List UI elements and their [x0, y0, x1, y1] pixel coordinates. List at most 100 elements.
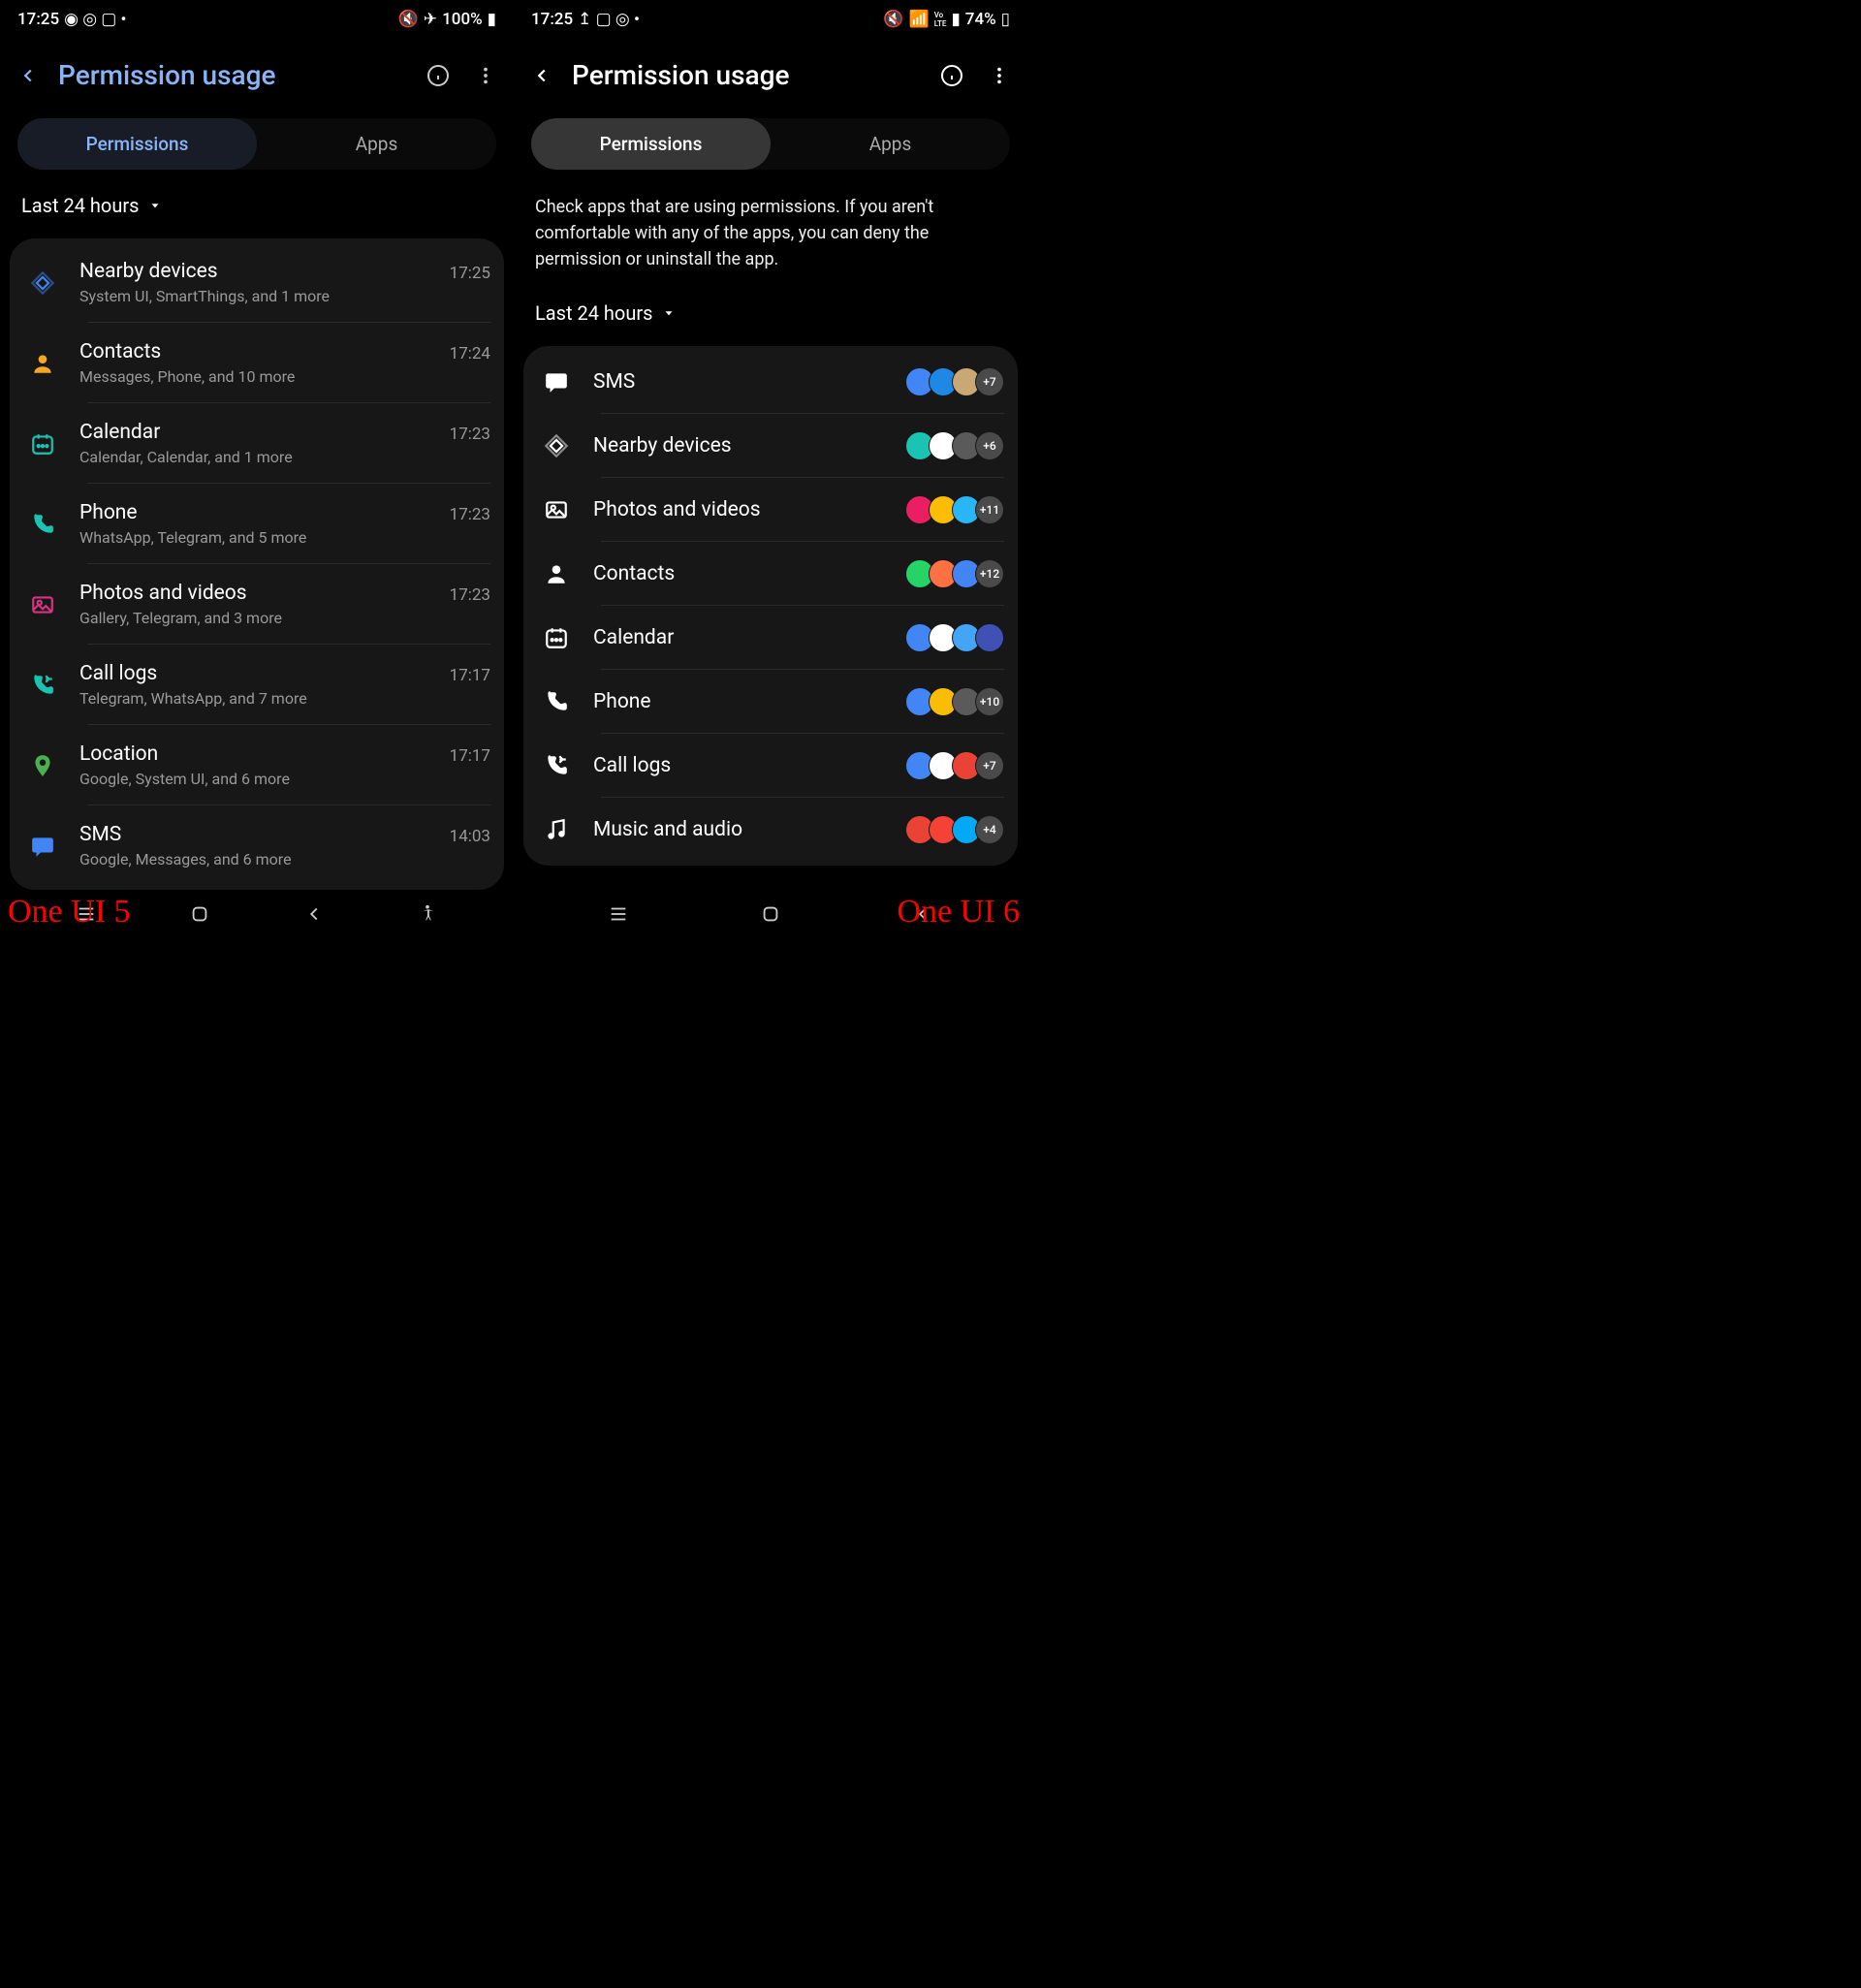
permission-row[interactable]: Photos and videos +11 [523, 478, 1018, 542]
app-badge-more: +10 [975, 687, 1004, 716]
app-badges: +6 [911, 431, 1004, 460]
tab-apps[interactable]: Apps [771, 118, 1010, 170]
more-icon[interactable] [989, 65, 1010, 86]
permission-row[interactable]: Call logs Telegram, WhatsApp, and 7 more… [10, 645, 504, 725]
permission-row[interactable]: Phone +10 [523, 670, 1018, 734]
permission-row[interactable]: SMS +7 [523, 350, 1018, 414]
back-nav-icon[interactable] [303, 903, 325, 925]
nearby-icon [537, 433, 576, 458]
app-badges: +7 [911, 751, 1004, 780]
calendar-icon [23, 431, 62, 457]
app-badge-more: +12 [975, 559, 1004, 588]
battery-icon: ▯ [1001, 10, 1010, 29]
lte-icon: VoLTE [934, 11, 947, 28]
permission-row[interactable]: Calendar Calendar, Calendar, and 1 more … [10, 403, 504, 484]
permission-name: Calendar [79, 421, 432, 444]
permission-sub: Calendar, Calendar, and 1 more [79, 448, 432, 466]
app-badge-more: +7 [975, 751, 1004, 780]
more-icon[interactable] [475, 65, 496, 86]
home-icon[interactable] [189, 903, 210, 925]
chevron-down-icon [662, 306, 676, 320]
permission-sub: Telegram, WhatsApp, and 7 more [79, 689, 432, 708]
tab-permissions[interactable]: Permissions [17, 118, 257, 170]
permission-row[interactable]: Call logs +7 [523, 734, 1018, 798]
status-app-icons: ◉ ◎ ▢ • [64, 10, 126, 29]
permission-sub: System UI, SmartThings, and 1 more [79, 287, 432, 305]
permission-row[interactable]: Nearby devices System UI, SmartThings, a… [10, 242, 504, 323]
app-badge [975, 623, 1004, 652]
sms-icon [537, 369, 576, 394]
app-badge-more: +11 [975, 495, 1004, 524]
status-bar: 17:25 ◉ ◎ ▢ • 🔇 ✈ 100% ▮ [0, 0, 514, 35]
app-badge-more: +6 [975, 431, 1004, 460]
permission-row[interactable]: Contacts +12 [523, 542, 1018, 606]
airplane-icon: ✈ [424, 10, 437, 29]
battery-text: 100% [442, 10, 483, 29]
tabs: Permissions Apps [531, 118, 1010, 170]
permission-row[interactable]: Photos and videos Gallery, Telegram, and… [10, 564, 504, 645]
permission-time: 14:03 [450, 827, 490, 846]
permission-name: Nearby devices [593, 434, 894, 458]
contacts-icon [23, 351, 62, 376]
description-text: Check apps that are using permissions. I… [514, 194, 1027, 301]
back-icon[interactable] [531, 65, 552, 86]
permission-list: Nearby devices System UI, SmartThings, a… [10, 238, 504, 890]
permission-name: SMS [593, 370, 894, 394]
tab-apps[interactable]: Apps [257, 118, 496, 170]
permission-row[interactable]: Calendar [523, 606, 1018, 670]
app-badges: +12 [911, 559, 1004, 588]
permission-time: 17:23 [450, 505, 490, 524]
phone-icon [23, 512, 62, 537]
permission-time: 17:23 [450, 585, 490, 605]
permission-sub: Messages, Phone, and 10 more [79, 367, 432, 386]
photos-icon [23, 592, 62, 617]
permission-name: SMS [79, 823, 432, 846]
permission-sub: Google, Messages, and 6 more [79, 850, 432, 868]
home-icon[interactable] [760, 903, 781, 925]
watermark: One UI 5 [8, 894, 131, 931]
permission-time: 17:17 [450, 666, 490, 685]
permission-name: Call logs [79, 662, 432, 685]
phone-icon [537, 689, 576, 714]
location-icon [23, 753, 62, 778]
permission-name: Music and audio [593, 818, 894, 841]
recents-icon[interactable] [608, 903, 629, 925]
wifi-icon: 📶 [909, 10, 930, 29]
app-badges: +4 [911, 815, 1004, 844]
tab-permissions[interactable]: Permissions [531, 118, 771, 170]
info-icon[interactable] [940, 64, 963, 87]
permission-name: Photos and videos [79, 582, 432, 605]
battery-icon: ▮ [488, 10, 496, 29]
calllog-icon [537, 753, 576, 778]
calendar-icon [537, 625, 576, 650]
permission-row[interactable]: Location Google, System UI, and 6 more 1… [10, 725, 504, 805]
accessibility-icon[interactable] [417, 903, 438, 925]
time-filter[interactable]: Last 24 hours [0, 194, 514, 238]
time-filter[interactable]: Last 24 hours [514, 301, 1027, 346]
info-icon[interactable] [426, 64, 450, 87]
permission-row[interactable]: Music and audio +4 [523, 798, 1018, 862]
permission-list: SMS +7 Nearby devices +6 Photos and vide… [523, 346, 1018, 866]
permission-sub: Google, System UI, and 6 more [79, 770, 432, 788]
status-time: 17:25 [531, 10, 573, 29]
photos-icon [537, 497, 576, 522]
header: Permission usage [0, 35, 514, 109]
screen-oneui5: 17:25 ◉ ◎ ▢ • 🔇 ✈ 100% ▮ Permission usag… [0, 0, 514, 938]
app-badges: +7 [911, 367, 1004, 396]
app-badges: +11 [911, 495, 1004, 524]
nearby-icon [23, 270, 62, 296]
app-badges [911, 623, 1004, 652]
permission-name: Call logs [593, 754, 894, 777]
permission-name: Calendar [593, 626, 894, 649]
battery-text: 74% [965, 10, 996, 29]
permission-row[interactable]: Nearby devices +6 [523, 414, 1018, 478]
music-icon [537, 817, 576, 842]
permission-row[interactable]: Contacts Messages, Phone, and 10 more 17… [10, 323, 504, 403]
permission-sub: Gallery, Telegram, and 3 more [79, 609, 432, 627]
permission-row[interactable]: SMS Google, Messages, and 6 more 14:03 [10, 805, 504, 886]
back-icon[interactable] [17, 65, 39, 86]
permission-row[interactable]: Phone WhatsApp, Telegram, and 5 more 17:… [10, 484, 504, 564]
permission-time: 17:17 [450, 746, 490, 766]
status-app-icons: ↥ ▢ ◎ • [578, 10, 640, 29]
sms-icon [23, 834, 62, 859]
